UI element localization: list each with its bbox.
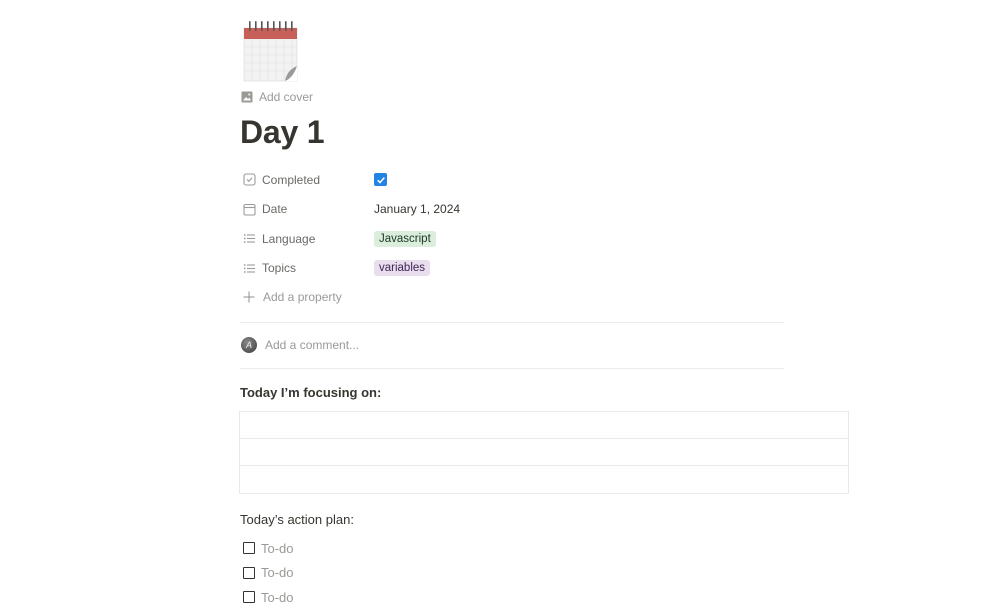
property-row-date: Date January 1, 2024 [240, 195, 780, 225]
checkbox-prop-icon [243, 173, 256, 186]
todo-item: To-do [243, 585, 294, 610]
property-value-completed[interactable] [374, 173, 387, 187]
properties-list: Completed Date January 1, 2024 Language … [240, 165, 780, 283]
property-name-topics[interactable]: Topics [240, 261, 374, 275]
property-label: Topics [262, 261, 297, 276]
add-cover-button[interactable]: Add cover [241, 90, 313, 104]
add-cover-label: Add cover [259, 90, 314, 104]
property-label: Completed [262, 172, 321, 187]
todo-text[interactable]: To-do [261, 590, 294, 605]
action-plan-heading: Today’s action plan: [240, 512, 354, 527]
image-icon [241, 91, 253, 103]
todo-item: To-do [243, 561, 294, 586]
property-name-completed[interactable]: Completed [240, 173, 374, 187]
table-row[interactable] [240, 439, 848, 466]
divider [240, 368, 784, 369]
calendar-prop-icon [243, 203, 256, 216]
tag-variables: variables [374, 260, 431, 277]
todo-checkbox[interactable] [243, 591, 255, 604]
multiselect-icon [243, 263, 255, 273]
page-title[interactable]: Day 1 [240, 114, 325, 151]
todo-checkbox[interactable] [243, 566, 255, 579]
add-property-label: Add a property [263, 290, 342, 304]
multiselect-icon [243, 234, 255, 244]
todo-text[interactable]: To-do [261, 565, 294, 580]
property-row-completed: Completed [240, 165, 780, 195]
todo-text[interactable]: To-do [261, 541, 294, 556]
property-value-topics[interactable]: variables [374, 260, 431, 277]
property-value-language[interactable]: Javascript [374, 230, 436, 247]
property-row-language: Language Javascript [240, 224, 780, 254]
property-name-date[interactable]: Date [240, 202, 374, 216]
property-row-topics: Topics variables [240, 254, 780, 284]
focus-heading: Today I’m focusing on: [240, 385, 382, 400]
property-label: Date [262, 202, 288, 217]
property-value-date[interactable]: January 1, 2024 [374, 202, 460, 216]
todo-item: To-do [243, 536, 294, 561]
checked-checkbox[interactable] [374, 173, 387, 187]
plus-icon [243, 291, 255, 303]
tag-javascript: Javascript [374, 230, 436, 247]
avatar: A [241, 337, 257, 353]
todo-list: To-do To-do To-do [243, 536, 294, 610]
calendar-icon[interactable] [243, 18, 299, 82]
table-row[interactable] [240, 466, 848, 493]
comment-row: A Add a comment... [241, 337, 359, 353]
property-name-language[interactable]: Language [240, 232, 374, 246]
page: Add cover Day 1 Completed Date January 1… [0, 0, 1005, 614]
comment-input[interactable]: Add a comment... [265, 338, 359, 352]
focus-table [239, 411, 849, 494]
divider [240, 322, 784, 323]
todo-checkbox[interactable] [243, 542, 255, 555]
table-row[interactable] [240, 412, 848, 439]
checkmark-icon [376, 176, 385, 184]
add-property-button[interactable]: Add a property [243, 290, 342, 304]
property-label: Language [262, 231, 316, 246]
